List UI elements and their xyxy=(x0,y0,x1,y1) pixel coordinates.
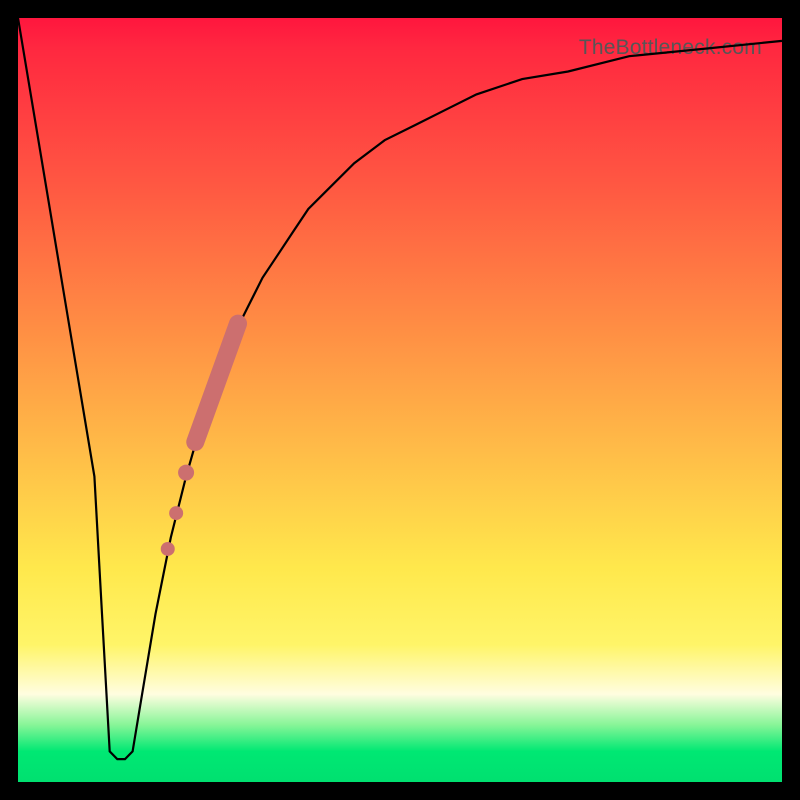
chart-frame: TheBottleneck.com xyxy=(0,0,800,800)
marker-dot xyxy=(161,542,175,556)
bottleneck-curve xyxy=(18,18,782,759)
curve-markers xyxy=(161,324,238,556)
marker-band xyxy=(195,324,238,442)
chart-svg xyxy=(18,18,782,782)
plot-area: TheBottleneck.com xyxy=(18,18,782,782)
marker-dot xyxy=(178,465,194,481)
marker-dot xyxy=(169,506,183,520)
